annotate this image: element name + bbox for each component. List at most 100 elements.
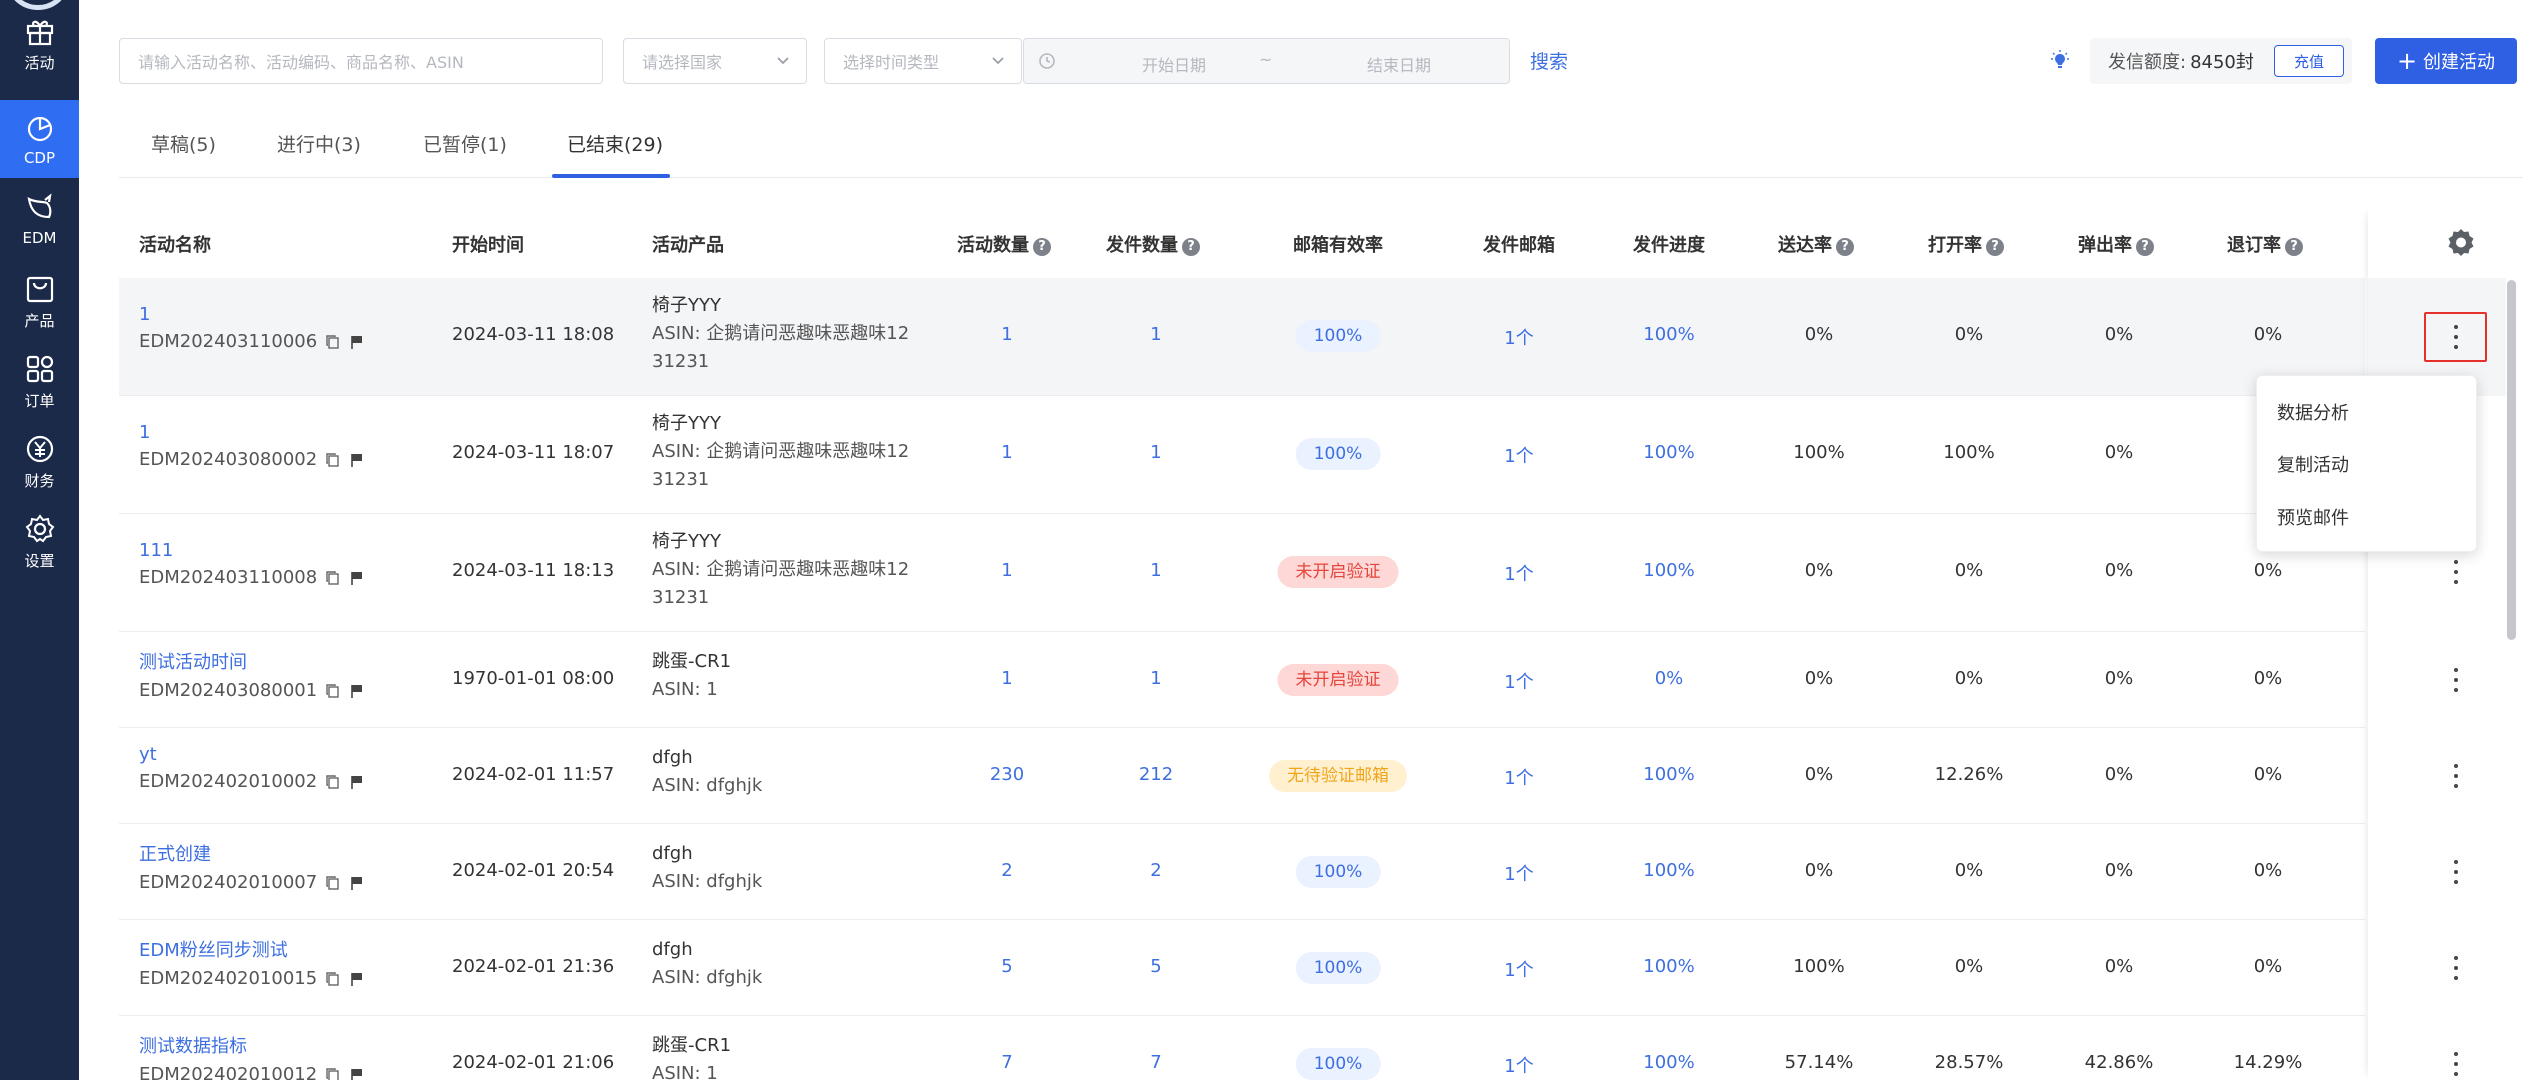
help-icon[interactable]: ? [1986, 238, 2004, 256]
help-icon[interactable]: ? [1836, 238, 1854, 256]
copy-icon[interactable] [325, 774, 341, 790]
end-date-field[interactable]: 结束日期 [1344, 52, 1454, 76]
bulb-icon[interactable] [2049, 50, 2071, 72]
product-asin: ASIN: 1 [652, 1063, 718, 1080]
send-progress[interactable]: 100% [1643, 956, 1694, 977]
flag-icon[interactable] [349, 1067, 365, 1080]
activity-name-link[interactable]: 1 [139, 304, 365, 325]
copy-icon[interactable] [325, 875, 341, 891]
mailbox-count[interactable]: 1个 [1504, 442, 1533, 468]
send-progress[interactable]: 100% [1643, 1052, 1694, 1073]
create-activity-button[interactable]: + 创建活动 [2375, 38, 2517, 84]
activity-name-link[interactable]: EDM粉丝同步测试 [139, 936, 365, 962]
date-range-picker[interactable]: 开始日期 ~ 结束日期 [1023, 38, 1510, 84]
activity-name-link[interactable]: 正式创建 [139, 840, 365, 866]
mailbox-count[interactable]: 1个 [1504, 860, 1533, 886]
flag-icon[interactable] [349, 875, 365, 891]
row-actions-button[interactable] [2453, 560, 2459, 584]
mailbox-count[interactable]: 1个 [1504, 324, 1533, 350]
sidebar-item-product[interactable]: 产品 [0, 262, 79, 340]
help-icon[interactable]: ? [1033, 238, 1051, 256]
help-icon[interactable]: ? [1182, 238, 1200, 256]
activity-count[interactable]: 2 [1001, 860, 1012, 881]
row-actions-button[interactable] [2453, 956, 2459, 980]
send-progress[interactable]: 100% [1643, 764, 1694, 785]
row-actions-button[interactable] [2453, 325, 2459, 349]
copy-icon[interactable] [325, 570, 341, 586]
activity-count[interactable]: 1 [1001, 668, 1012, 689]
row-actions-button[interactable] [2453, 860, 2459, 884]
activity-count[interactable]: 5 [1001, 956, 1012, 977]
activity-count[interactable]: 1 [1001, 560, 1012, 581]
quota-label: 发信额度: [2108, 52, 2187, 73]
start-date-field[interactable]: 开始日期 [1119, 52, 1229, 76]
mailbox-count[interactable]: 1个 [1504, 560, 1533, 586]
copy-icon[interactable] [325, 334, 341, 350]
send-progress[interactable]: 100% [1643, 860, 1694, 881]
country-select[interactable]: 请选择国家 [623, 38, 807, 84]
activity-name-link[interactable]: 111 [139, 540, 365, 561]
recharge-button[interactable]: 充值 [2274, 45, 2344, 77]
sent-count[interactable]: 7 [1150, 1052, 1161, 1073]
activity-name-link[interactable]: 测试活动时间 [139, 648, 365, 674]
help-icon[interactable]: ? [2285, 238, 2303, 256]
menu-item-data-analysis[interactable]: 数据分析 [2277, 399, 2349, 425]
sent-count[interactable]: 1 [1150, 668, 1161, 689]
activity-count[interactable]: 7 [1001, 1052, 1012, 1073]
send-progress[interactable]: 100% [1643, 324, 1694, 345]
sidebar-item-finance[interactable]: 财务 [0, 422, 79, 500]
activity-count[interactable]: 1 [1001, 324, 1012, 345]
time-type-select[interactable]: 选择时间类型 [824, 38, 1022, 84]
flag-icon[interactable] [349, 971, 365, 987]
sidebar-item-settings[interactable]: 设置 [0, 502, 79, 580]
activity-name-cell: 测试数据指标 EDM202402010012 [139, 1032, 365, 1080]
sidebar-item-activity[interactable]: 活动 [0, 4, 79, 82]
activity-count[interactable]: 1 [1001, 442, 1012, 463]
copy-icon[interactable] [325, 1067, 341, 1080]
tab-paused[interactable]: 已暂停(1) [423, 130, 507, 157]
mailbox-count[interactable]: 1个 [1504, 764, 1533, 790]
row-actions-button[interactable] [2453, 1052, 2459, 1076]
search-input[interactable]: 请输入活动名称、活动编码、商品名称、ASIN [119, 38, 603, 84]
mailbox-count[interactable]: 1个 [1504, 668, 1533, 694]
activity-name-link[interactable]: yt [139, 744, 365, 765]
row-actions-button[interactable] [2453, 764, 2459, 788]
sidebar-item-order[interactable]: 订单 [0, 342, 79, 420]
help-icon[interactable]: ? [2136, 238, 2154, 256]
sent-count[interactable]: 5 [1150, 956, 1161, 977]
vertical-scrollbar[interactable] [2507, 280, 2516, 640]
send-progress[interactable]: 0% [1655, 668, 1684, 689]
send-progress[interactable]: 100% [1643, 442, 1694, 463]
tab-ended[interactable]: 已结束(29) [567, 130, 663, 157]
activity-name-link[interactable]: 测试数据指标 [139, 1032, 365, 1058]
activity-name-link[interactable]: 1 [139, 422, 365, 443]
mailbox-count[interactable]: 1个 [1504, 956, 1533, 982]
flag-icon[interactable] [349, 774, 365, 790]
search-button[interactable]: 搜索 [1530, 47, 1568, 74]
delivery-rate: 0% [1804, 324, 1834, 345]
status-badge: 无待验证邮箱 [1269, 760, 1407, 792]
copy-icon[interactable] [325, 452, 341, 468]
flag-icon[interactable] [349, 452, 365, 468]
tab-draft[interactable]: 草稿(5) [151, 130, 216, 157]
copy-icon[interactable] [325, 971, 341, 987]
sidebar-item-edm[interactable]: EDM [0, 180, 79, 258]
sidebar-item-cdp[interactable]: CDP [0, 100, 79, 178]
sent-count[interactable]: 1 [1150, 442, 1161, 463]
row-actions-button[interactable] [2453, 668, 2459, 692]
copy-icon[interactable] [325, 683, 341, 699]
flag-icon[interactable] [349, 683, 365, 699]
send-progress[interactable]: 100% [1643, 560, 1694, 581]
menu-item-preview-email[interactable]: 预览邮件 [2277, 504, 2349, 530]
activity-count[interactable]: 230 [990, 764, 1024, 785]
tab-in-progress[interactable]: 进行中(3) [277, 130, 361, 157]
flag-icon[interactable] [349, 570, 365, 586]
sent-count[interactable]: 2 [1150, 860, 1161, 881]
menu-item-copy-activity[interactable]: 复制活动 [2277, 451, 2349, 477]
column-settings-icon[interactable] [2446, 227, 2476, 257]
flag-icon[interactable] [349, 334, 365, 350]
sent-count[interactable]: 1 [1150, 324, 1161, 345]
sent-count[interactable]: 212 [1139, 764, 1173, 785]
mailbox-count[interactable]: 1个 [1504, 1052, 1533, 1078]
sent-count[interactable]: 1 [1150, 560, 1161, 581]
